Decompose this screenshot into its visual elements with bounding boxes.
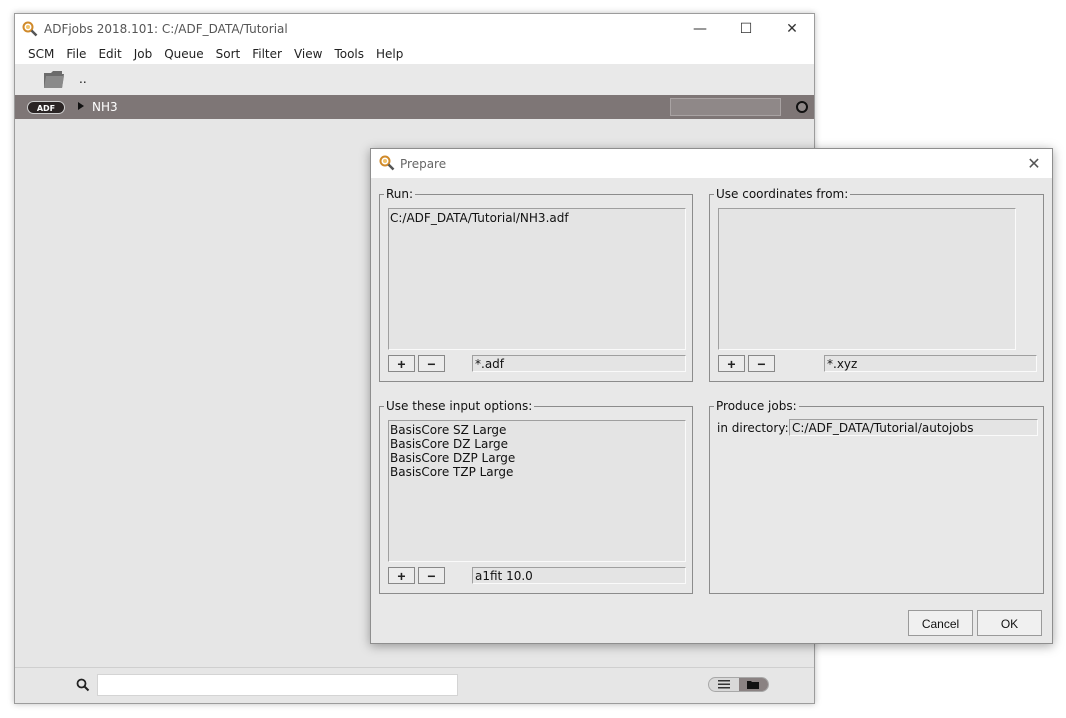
adf-dialog-icon	[379, 155, 395, 171]
job-name: NH3	[92, 100, 118, 114]
search-icon	[76, 678, 90, 692]
menu-help[interactable]: Help	[370, 47, 409, 61]
run-pattern-field[interactable]	[472, 355, 686, 372]
maximize-button[interactable]: ☐	[723, 14, 769, 44]
view-toggle[interactable]	[708, 677, 769, 692]
maximize-icon: ☐	[739, 21, 753, 37]
menu-tools[interactable]: Tools	[328, 47, 370, 61]
coordinates-label: Use coordinates from:	[714, 187, 851, 201]
folder-view-toggle[interactable]	[738, 678, 768, 691]
run-group: Run: C:/ADF_DATA/Tutorial/NH3.adf + −	[379, 187, 693, 382]
list-item[interactable]: BasisCore DZ Large	[390, 437, 684, 451]
main-titlebar: ADFjobs 2018.101: C:/ADF_DATA/Tutorial —…	[15, 14, 814, 44]
search-input[interactable]	[97, 674, 458, 696]
expand-arrow-icon[interactable]	[78, 102, 84, 110]
job-status-circle-icon[interactable]	[796, 101, 808, 113]
adf-badge: ADF	[27, 101, 65, 114]
list-icon	[717, 680, 730, 689]
menu-edit[interactable]: Edit	[92, 47, 127, 61]
job-row[interactable]: ADF NH3	[15, 95, 814, 119]
input-options-remove-button[interactable]: −	[418, 567, 445, 584]
minimize-button[interactable]: —	[677, 14, 723, 44]
list-item[interactable]: BasisCore TZP Large	[390, 465, 684, 479]
close-button[interactable]: ✕	[769, 14, 815, 44]
menu-sort[interactable]: Sort	[210, 47, 247, 61]
dialog-titlebar: Prepare ✕	[371, 149, 1052, 178]
produce-jobs-group: Produce jobs: in directory:	[709, 399, 1044, 594]
bottom-bar	[15, 667, 814, 703]
directory-field[interactable]	[789, 419, 1038, 436]
menu-job[interactable]: Job	[128, 47, 159, 61]
menu-scm[interactable]: SCM	[22, 47, 60, 61]
run-label: Run:	[384, 187, 416, 201]
menu-file[interactable]: File	[60, 47, 92, 61]
ok-button[interactable]: OK	[977, 610, 1042, 636]
menu-view[interactable]: View	[288, 47, 328, 61]
window-title: ADFjobs 2018.101: C:/ADF_DATA/Tutorial	[44, 22, 288, 36]
input-options-group: Use these input options: BasisCore SZ La…	[379, 399, 693, 594]
run-list[interactable]: C:/ADF_DATA/Tutorial/NH3.adf	[388, 208, 686, 350]
run-add-button[interactable]: +	[388, 355, 415, 372]
job-status-field	[670, 98, 781, 116]
coordinates-add-button[interactable]: +	[718, 355, 745, 372]
folder-icon[interactable]	[42, 68, 66, 90]
input-options-pattern-field[interactable]	[472, 567, 686, 584]
input-options-list[interactable]: BasisCore SZ Large BasisCore DZ Large Ba…	[388, 420, 686, 562]
run-remove-button[interactable]: −	[418, 355, 445, 372]
adf-app-icon	[22, 21, 38, 37]
prepare-dialog: Prepare ✕ Run: C:/ADF_DATA/Tutorial/NH3.…	[370, 148, 1053, 644]
list-item[interactable]: C:/ADF_DATA/Tutorial/NH3.adf	[390, 211, 684, 225]
close-icon: ✕	[786, 21, 798, 37]
coordinates-pattern-field[interactable]	[824, 355, 1037, 372]
coordinates-list[interactable]	[718, 208, 1016, 350]
menu-queue[interactable]: Queue	[158, 47, 209, 61]
dialog-close-icon[interactable]: ✕	[1024, 154, 1044, 173]
input-options-label: Use these input options:	[384, 399, 535, 413]
list-item[interactable]: BasisCore DZP Large	[390, 451, 684, 465]
list-item[interactable]: BasisCore SZ Large	[390, 423, 684, 437]
coordinates-remove-button[interactable]: −	[748, 355, 775, 372]
produce-jobs-label: Produce jobs:	[714, 399, 799, 413]
menu-filter[interactable]: Filter	[246, 47, 288, 61]
input-options-add-button[interactable]: +	[388, 567, 415, 584]
list-view-toggle[interactable]	[709, 678, 739, 691]
toolbar: ..	[15, 64, 814, 95]
folder-small-icon	[747, 681, 760, 689]
menu-bar: SCM File Edit Job Queue Sort Filter View…	[15, 44, 814, 64]
cancel-button[interactable]: Cancel	[908, 610, 973, 636]
directory-label: in directory:	[717, 421, 789, 435]
minimize-icon: —	[693, 21, 707, 37]
parent-directory-link[interactable]: ..	[79, 72, 87, 86]
dialog-title: Prepare	[400, 157, 447, 171]
coordinates-group: Use coordinates from: + −	[709, 187, 1044, 382]
